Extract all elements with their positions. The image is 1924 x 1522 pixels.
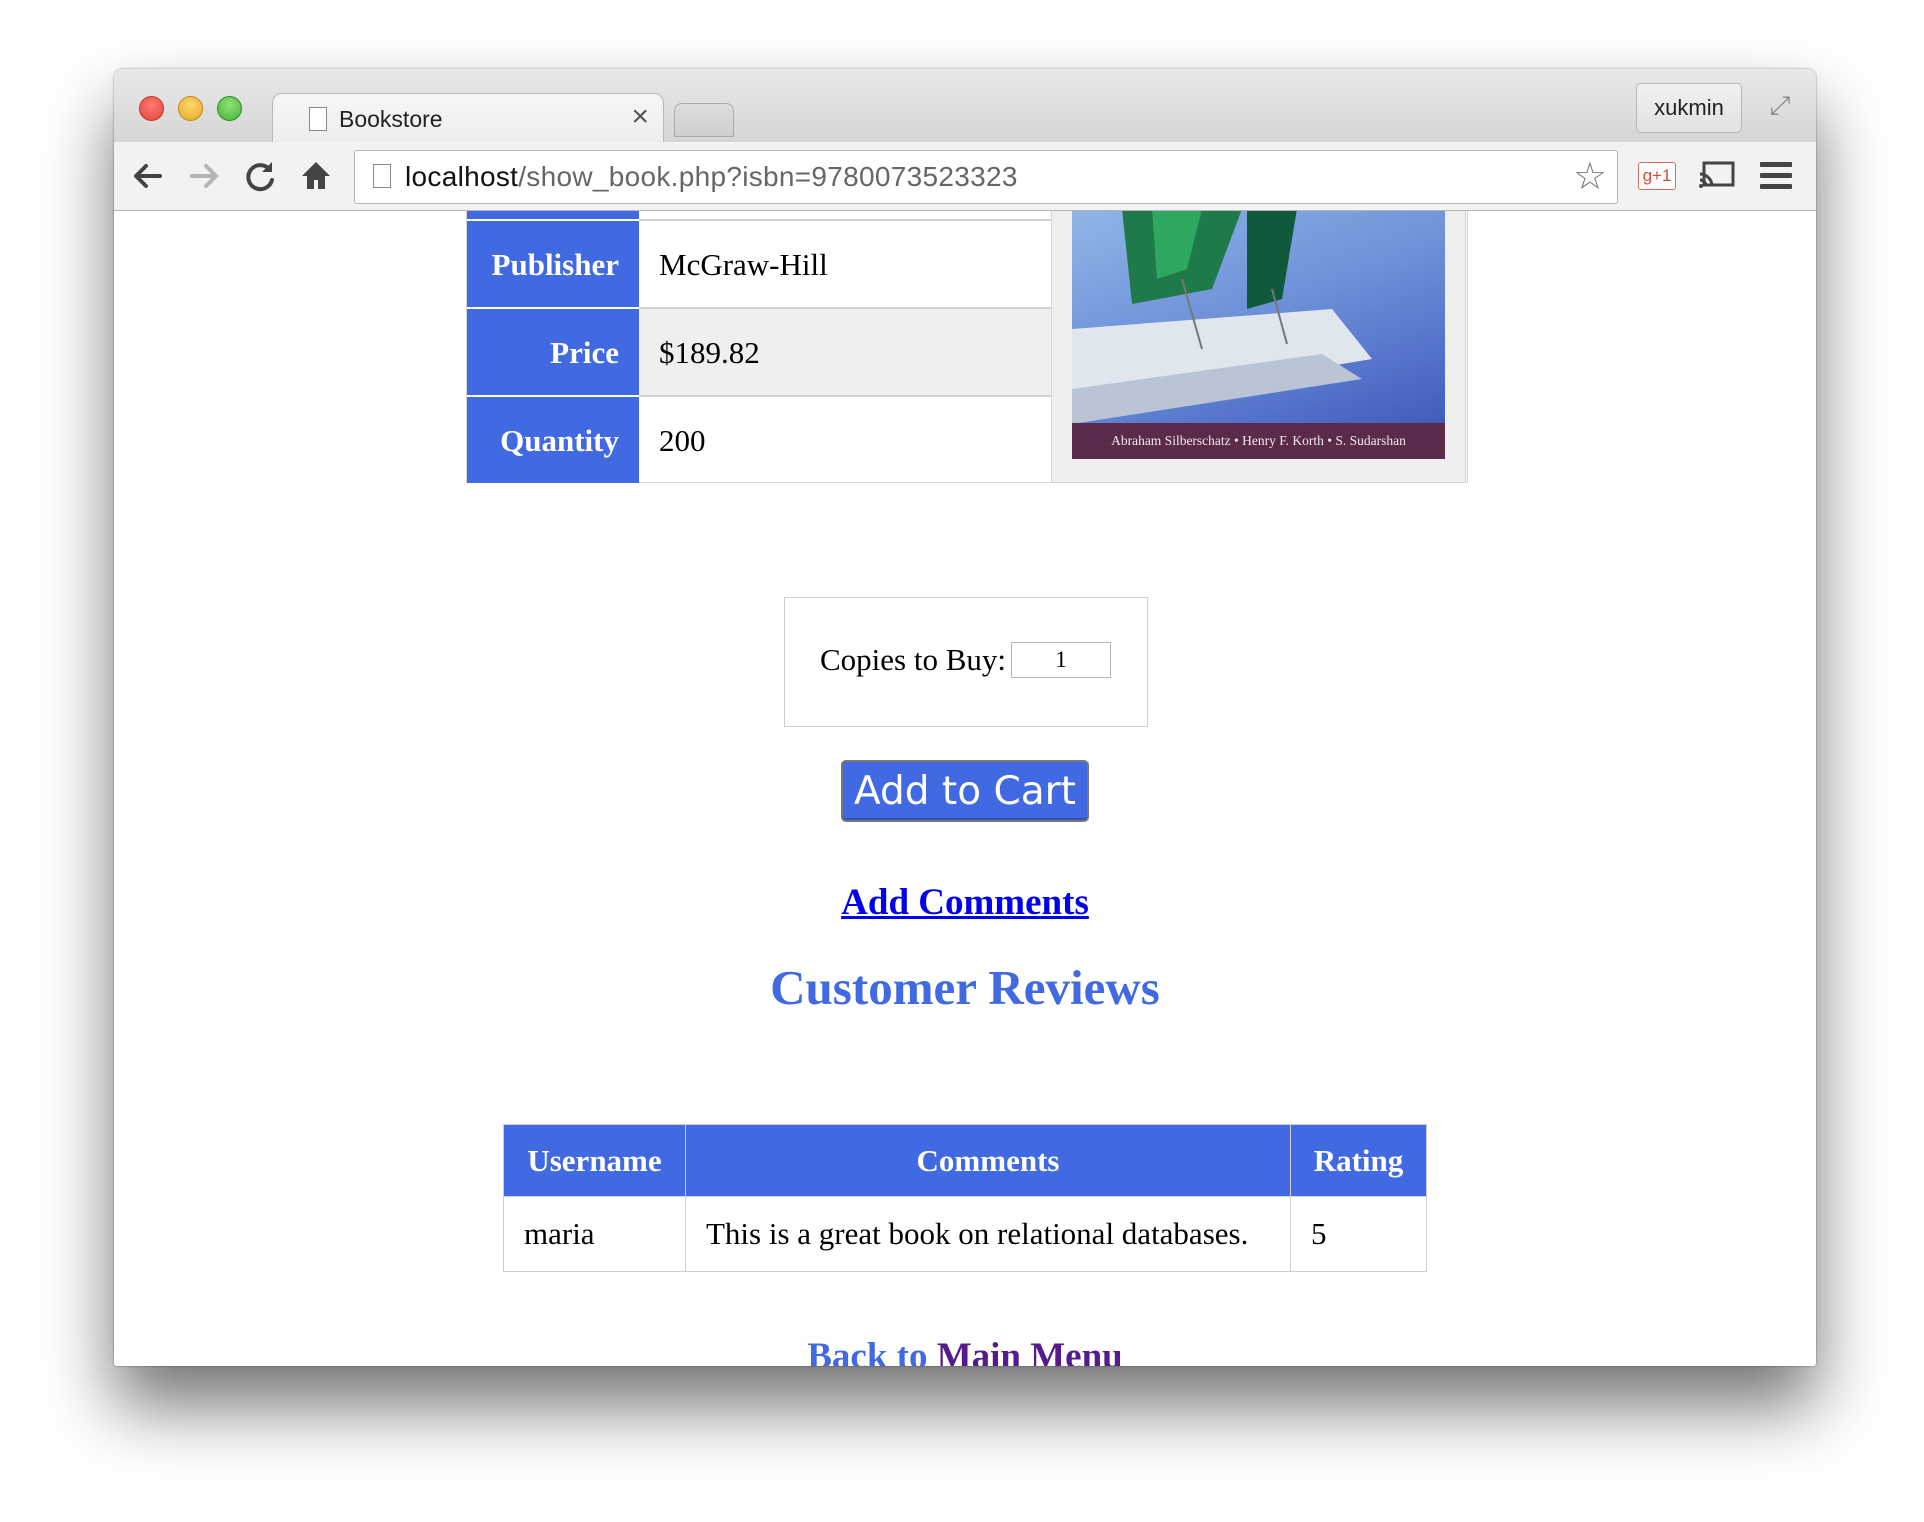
address-bar[interactable]: localhost/show_book.php?isbn=97800735233… xyxy=(354,150,1618,204)
close-window-button[interactable] xyxy=(139,96,164,121)
minimize-window-button[interactable] xyxy=(178,96,203,121)
column-header-username: Username xyxy=(503,1124,686,1197)
reviews-table: Username Comments Rating maria This is a… xyxy=(503,1124,1427,1272)
reload-icon[interactable] xyxy=(238,154,282,198)
publisher-value: McGraw-Hill xyxy=(639,219,1052,307)
tab-title: Bookstore xyxy=(339,106,443,132)
price-label: Price xyxy=(467,307,639,395)
review-comment: This is a great book on relational datab… xyxy=(685,1196,1291,1272)
back-prefix: Back to xyxy=(807,1336,928,1366)
add-comments-link[interactable]: Add Comments xyxy=(841,882,1089,923)
column-header-rating: Rating xyxy=(1290,1124,1427,1197)
cover-authors: Abraham Silberschatz • Henry F. Korth • … xyxy=(1072,423,1445,459)
review-username: maria xyxy=(503,1196,686,1272)
page-icon xyxy=(309,107,327,131)
book-cover-image: Abraham Silberschatz • Henry F. Korth • … xyxy=(1072,211,1445,459)
menu-icon[interactable] xyxy=(1760,162,1792,195)
forward-icon[interactable] xyxy=(182,154,226,198)
browser-toolbar: localhost/show_book.php?isbn=97800735233… xyxy=(114,142,1816,211)
reviews-header-row: Username Comments Rating xyxy=(503,1124,1427,1197)
quantity-label: Quantity xyxy=(467,395,639,483)
add-comments-line: Add Comments xyxy=(114,881,1816,924)
publisher-label: Publisher xyxy=(467,219,639,307)
customer-reviews-heading: Customer Reviews xyxy=(770,960,1160,1015)
url-text[interactable]: localhost/show_book.php?isbn=97800735233… xyxy=(405,161,1018,193)
fullscreen-icon[interactable]: ⤢ xyxy=(1764,89,1796,121)
home-icon[interactable] xyxy=(294,154,338,198)
review-rating: 5 xyxy=(1290,1196,1427,1272)
zoom-window-button[interactable] xyxy=(217,96,242,121)
page-icon xyxy=(373,164,391,188)
browser-window: Bookstore × xukmin ⤢ localhost/show_book… xyxy=(114,69,1816,1366)
copies-form: Copies to Buy: xyxy=(784,597,1148,727)
url-path: /show_book.php?isbn=9780073523323 xyxy=(518,161,1018,192)
url-host: localhost xyxy=(405,161,519,192)
column-header-comments: Comments xyxy=(685,1124,1291,1197)
profile-button[interactable]: xukmin xyxy=(1636,83,1742,133)
back-icon[interactable] xyxy=(126,154,170,198)
bookmark-star-icon[interactable]: ☆ xyxy=(1573,155,1607,199)
tab-bookstore[interactable]: Bookstore × xyxy=(272,93,664,144)
main-menu-link[interactable]: Main Menu xyxy=(937,1336,1123,1366)
tab-close-icon[interactable]: × xyxy=(631,102,649,132)
new-tab-button[interactable] xyxy=(674,103,734,137)
copies-input[interactable] xyxy=(1011,642,1111,678)
add-to-cart-button[interactable]: Add to Cart xyxy=(841,760,1089,822)
title-bar: Bookstore × xukmin ⤢ xyxy=(114,69,1816,144)
quantity-value: 200 xyxy=(639,395,1052,483)
google-plus-icon[interactable]: g+1 xyxy=(1638,162,1676,190)
price-value: $189.82 xyxy=(639,307,1052,395)
copies-label: Copies to Buy: xyxy=(820,642,1007,677)
book-cover-cell: Abraham Silberschatz • Henry F. Korth • … xyxy=(1051,211,1466,483)
table-row: maria This is a great book on relational… xyxy=(503,1196,1427,1272)
back-to-menu-line: Back to Main Menu xyxy=(114,1335,1816,1366)
cast-icon[interactable] xyxy=(1698,160,1736,190)
page-content: Publisher McGraw-Hill Price $189.82 Quan… xyxy=(114,211,1816,1366)
